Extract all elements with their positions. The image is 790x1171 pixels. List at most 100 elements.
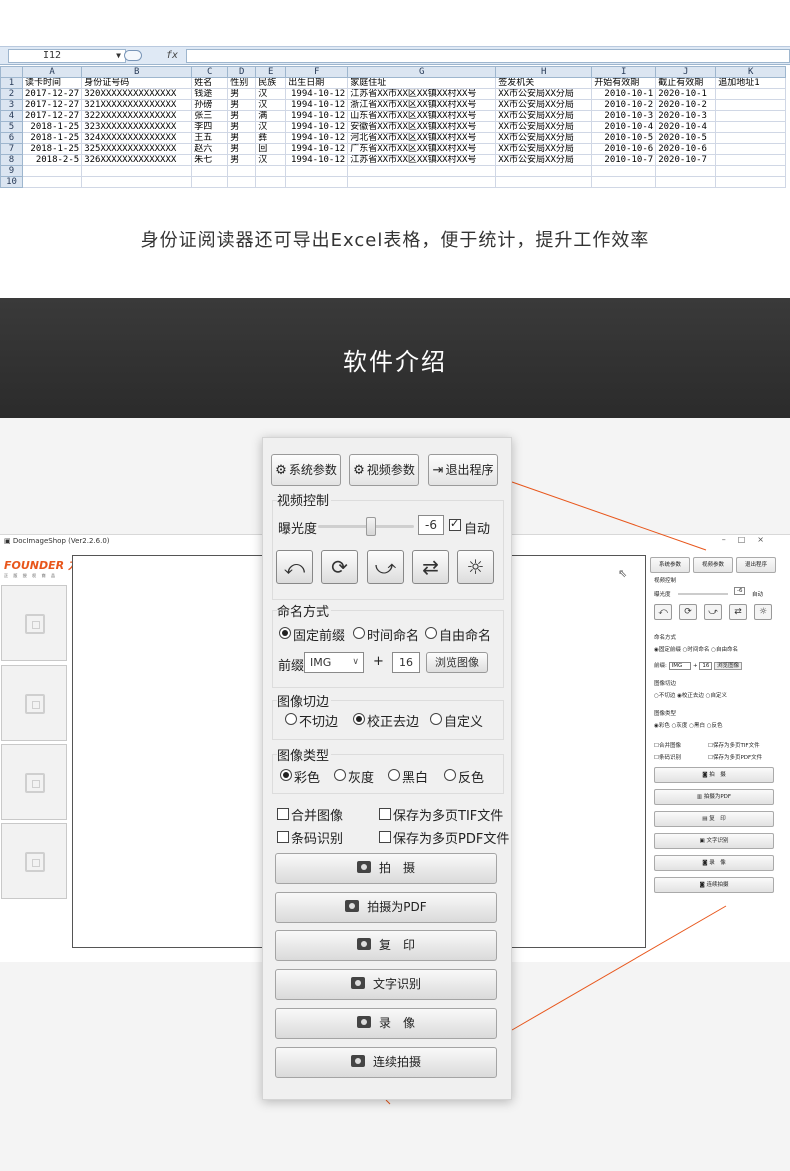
barcode-checkbox[interactable] xyxy=(277,831,289,843)
table-cell[interactable]: 男 xyxy=(227,88,257,100)
table-cell[interactable]: XX市公安局XX分局 xyxy=(495,132,593,144)
swap-icon[interactable]: ⇄ xyxy=(412,550,449,584)
mini-exposure-slider[interactable] xyxy=(678,593,728,595)
table-cell[interactable]: 2020-10-4 xyxy=(655,121,717,133)
table-cell[interactable]: XX市公安局XX分局 xyxy=(495,154,593,166)
table-cell[interactable]: 1994-10-12 xyxy=(285,99,349,111)
thumbnail-slot[interactable] xyxy=(1,665,67,741)
table-cell[interactable]: 江苏省XX市XX区XX镇XX村XX号 xyxy=(347,154,497,166)
table-cell[interactable]: 2018-2-5 xyxy=(21,154,83,166)
column-header[interactable]: J xyxy=(655,66,717,78)
brightness-icon[interactable]: ☼ xyxy=(457,550,494,584)
table-cell[interactable]: 323XXXXXXXXXXXXXX xyxy=(81,121,193,133)
table-cell[interactable]: 321XXXXXXXXXXXXXX xyxy=(81,99,193,111)
mini-rotate-left-icon[interactable]: ⤺ xyxy=(654,604,672,620)
table-cell[interactable]: 汉 xyxy=(255,99,287,111)
table-cell[interactable]: 男 xyxy=(227,132,257,144)
chevron-down-icon[interactable]: ▼ xyxy=(116,50,121,62)
video-params-button[interactable]: ⚙ 视频参数 xyxy=(349,454,419,486)
capture-button[interactable]: 拍 摄 xyxy=(275,853,497,884)
table-cell[interactable]: 324XXXXXXXXXXXXXX xyxy=(81,132,193,144)
refresh-icon[interactable]: ⟳ xyxy=(321,550,358,584)
table-cell[interactable]: 2010-10-3 xyxy=(591,110,657,122)
capture-pdf-button[interactable]: 拍摄为PDF xyxy=(275,892,497,923)
type-bw-radio[interactable] xyxy=(388,769,400,781)
table-cell[interactable]: 1994-10-12 xyxy=(285,132,349,144)
table-cell[interactable]: 325XXXXXXXXXXXXXX xyxy=(81,143,193,155)
table-cell[interactable]: 2017-12-27 xyxy=(21,99,83,111)
formula-input[interactable] xyxy=(186,49,790,63)
mini-refresh-icon[interactable]: ⟳ xyxy=(679,604,697,620)
table-cell[interactable] xyxy=(21,165,83,177)
column-header[interactable]: E xyxy=(255,66,287,78)
table-cell[interactable] xyxy=(655,176,717,188)
table-cell[interactable]: 2010-10-7 xyxy=(591,154,657,166)
table-cell[interactable]: 赵六 xyxy=(191,143,229,155)
table-cell[interactable]: 2018-1-25 xyxy=(21,121,83,133)
naming-time-radio[interactable] xyxy=(353,627,365,639)
maximize-icon[interactable]: □ xyxy=(738,535,758,544)
table-cell[interactable]: 安徽省XX市XX区XX镇XX村XX号 xyxy=(347,121,497,133)
table-cell[interactable]: XX市公安局XX分局 xyxy=(495,110,593,122)
table-cell[interactable]: 2020-10-2 xyxy=(655,99,717,111)
table-cell[interactable]: 2010-10-1 xyxy=(591,88,657,100)
table-cell[interactable]: XX市公安局XX分局 xyxy=(495,88,593,100)
table-cell[interactable]: 322XXXXXXXXXXXXXX xyxy=(81,110,193,122)
mini-auto-label[interactable]: 自动 xyxy=(752,590,763,598)
crop-custom-radio[interactable] xyxy=(430,713,442,725)
table-cell[interactable] xyxy=(347,165,497,177)
row-number[interactable]: 2 xyxy=(0,88,23,100)
table-cell[interactable] xyxy=(285,176,349,188)
name-box[interactable]: I12 ▼ xyxy=(8,49,126,63)
mini-continuous-button[interactable]: ◙ 连续拍摄 xyxy=(654,877,774,893)
naming-fixed-radio[interactable] xyxy=(279,627,291,639)
table-cell[interactable] xyxy=(191,165,229,177)
table-cell[interactable]: 2017-12-27 xyxy=(21,88,83,100)
table-cell[interactable]: 王五 xyxy=(191,132,229,144)
row-number[interactable]: 7 xyxy=(0,143,23,155)
table-cell[interactable]: 开始有效期 xyxy=(591,77,657,89)
chevron-down-icon[interactable]: ∨ xyxy=(352,653,359,672)
merge-images-checkbox[interactable] xyxy=(277,808,289,820)
mini-barcode-checkbox[interactable]: ☐条码识别 xyxy=(654,753,681,761)
table-cell[interactable]: 河北省XX市XX区XX镇XX村XX号 xyxy=(347,132,497,144)
table-cell[interactable] xyxy=(715,121,787,133)
row-number[interactable]: 6 xyxy=(0,132,23,144)
save-tif-checkbox[interactable] xyxy=(379,808,391,820)
exposure-slider-thumb[interactable] xyxy=(366,517,376,536)
table-cell[interactable]: 满 xyxy=(255,110,287,122)
table-cell[interactable] xyxy=(227,176,257,188)
auto-checkbox[interactable] xyxy=(449,517,461,531)
table-cell[interactable] xyxy=(21,176,83,188)
table-cell[interactable]: 彝 xyxy=(255,132,287,144)
table-cell[interactable]: 签发机关 xyxy=(495,77,593,89)
prefix-number-input[interactable]: 16 xyxy=(392,652,420,673)
table-cell[interactable]: 320XXXXXXXXXXXXXX xyxy=(81,88,193,100)
column-header[interactable]: A xyxy=(21,66,83,78)
mini-record-button[interactable]: ◙ 录 像 xyxy=(654,855,774,871)
table-cell[interactable]: XX市公安局XX分局 xyxy=(495,99,593,111)
table-cell[interactable] xyxy=(715,132,787,144)
table-cell[interactable]: 1994-10-12 xyxy=(285,143,349,155)
table-cell[interactable]: 1994-10-12 xyxy=(285,110,349,122)
save-pdf-checkbox[interactable] xyxy=(379,831,391,843)
table-cell[interactable]: 追加地址1 xyxy=(715,77,787,89)
table-cell[interactable]: 截止有效期 xyxy=(655,77,717,89)
table-cell[interactable]: 回 xyxy=(255,143,287,155)
minimize-icon[interactable]: – xyxy=(722,535,738,544)
fx-icon[interactable]: fx xyxy=(130,49,182,63)
table-cell[interactable]: 2020-10-3 xyxy=(655,110,717,122)
table-cell[interactable] xyxy=(715,176,787,188)
browse-images-button[interactable]: 浏览图像 xyxy=(426,652,488,673)
table-cell[interactable] xyxy=(495,176,593,188)
copy-button[interactable]: 复 印 xyxy=(275,930,497,961)
table-cell[interactable] xyxy=(591,176,657,188)
row-number[interactable]: 3 xyxy=(0,99,23,111)
mini-save-tif-checkbox[interactable]: ☐保存为多页TIF文件 xyxy=(708,741,760,749)
table-cell[interactable]: 民族 xyxy=(255,77,287,89)
prefix-select[interactable]: IMG ∨ xyxy=(304,652,364,673)
table-cell[interactable]: 1994-10-12 xyxy=(285,154,349,166)
crop-correct-radio[interactable] xyxy=(353,713,365,725)
table-cell[interactable]: 2020-10-7 xyxy=(655,154,717,166)
rotate-left-icon[interactable]: ⤺ xyxy=(276,550,313,584)
